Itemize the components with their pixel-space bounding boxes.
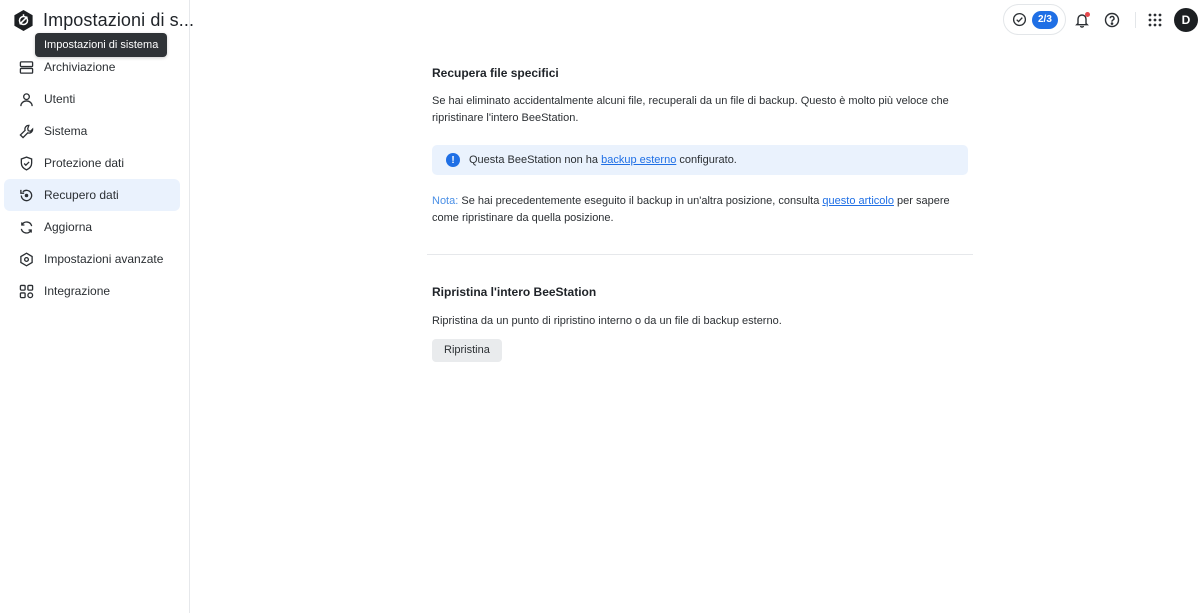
section-divider	[427, 254, 973, 255]
help-icon	[1104, 12, 1120, 28]
sidebar: Impostazioni di s... Archiviazione Utent…	[0, 0, 194, 613]
sidebar-item-label: Protezione dati	[44, 156, 125, 170]
sidebar-item-label: Utenti	[44, 92, 76, 106]
sidebar-item-label: Integrazione	[44, 284, 111, 298]
task-progress-button[interactable]: 2/3	[1003, 4, 1066, 35]
note-text-before: Se hai precedentemente eseguito il backu…	[458, 195, 823, 207]
refresh-icon	[18, 219, 34, 235]
sidebar-item-label: Recupero dati	[44, 188, 119, 202]
apps-menu-button[interactable]	[1145, 10, 1165, 30]
info-icon: !	[446, 153, 460, 167]
sidebar-item-sistema[interactable]: Sistema	[4, 115, 180, 147]
restore-all-title: Ripristina l'intero BeeStation	[432, 285, 597, 299]
restore-icon	[18, 187, 34, 203]
grid-icon	[18, 283, 34, 299]
app-title: Impostazioni di s...	[43, 9, 195, 30]
info-text-suffix: configurato.	[676, 154, 737, 166]
external-backup-link[interactable]: backup esterno	[601, 154, 676, 166]
info-text-prefix: Questa BeeStation non ha	[469, 154, 602, 166]
wrench-icon	[18, 123, 34, 139]
recover-files-title: Recupera file specifici	[432, 66, 559, 80]
storage-icon	[18, 59, 34, 75]
restore-all-description: Ripristina da un punto di ripristino int…	[432, 315, 782, 327]
user-icon	[18, 91, 34, 107]
info-text: Questa BeeStation non ha backup esterno …	[469, 154, 737, 166]
sidebar-item-label: Impostazioni avanzate	[44, 252, 164, 266]
sidebar-item-label: Archiviazione	[44, 60, 116, 74]
sidebar-item-utenti[interactable]: Utenti	[4, 83, 180, 115]
sidebar-nav: Archiviazione Utenti Sistema Protezione …	[4, 51, 180, 307]
bell-icon	[1074, 12, 1090, 28]
app-title-tooltip: Impostazioni di sistema	[35, 33, 168, 57]
recover-files-description: Se hai eliminato accidentalmente alcuni …	[432, 95, 949, 124]
sidebar-item-label: Sistema	[44, 124, 88, 138]
system-settings-logo-icon	[12, 9, 35, 32]
advanced-settings-icon	[18, 251, 34, 267]
sidebar-item-recupero-dati[interactable]: Recupero dati	[4, 179, 180, 211]
sidebar-item-protezione-dati[interactable]: Protezione dati	[4, 147, 180, 179]
apps-grid-icon	[1148, 13, 1162, 27]
shield-icon	[18, 155, 34, 171]
task-count-badge: 2/3	[1032, 10, 1058, 29]
sidebar-item-label: Aggiorna	[44, 220, 93, 234]
sidebar-item-aggiorna[interactable]: Aggiorna	[4, 211, 180, 243]
restore-button[interactable]: Ripristina	[432, 339, 502, 362]
app-header: Impostazioni di s...	[12, 6, 194, 34]
note-label: Nota:	[432, 195, 459, 207]
check-circle-icon	[1012, 12, 1027, 27]
notifications-button[interactable]	[1072, 10, 1092, 30]
recover-files-note: Nota: Se hai precedentemente eseguito il…	[432, 193, 972, 227]
article-link[interactable]: questo articolo	[822, 195, 894, 207]
notification-dot	[1085, 12, 1090, 17]
help-button[interactable]	[1102, 10, 1122, 30]
sidebar-item-impostazioni-avanzate[interactable]: Impostazioni avanzate	[4, 243, 180, 275]
user-avatar[interactable]: D	[1174, 8, 1198, 32]
sidebar-item-integrazione[interactable]: Integrazione	[4, 275, 180, 307]
topbar-divider	[1135, 12, 1136, 28]
external-backup-info-banner: ! Questa BeeStation non ha backup estern…	[432, 145, 968, 175]
